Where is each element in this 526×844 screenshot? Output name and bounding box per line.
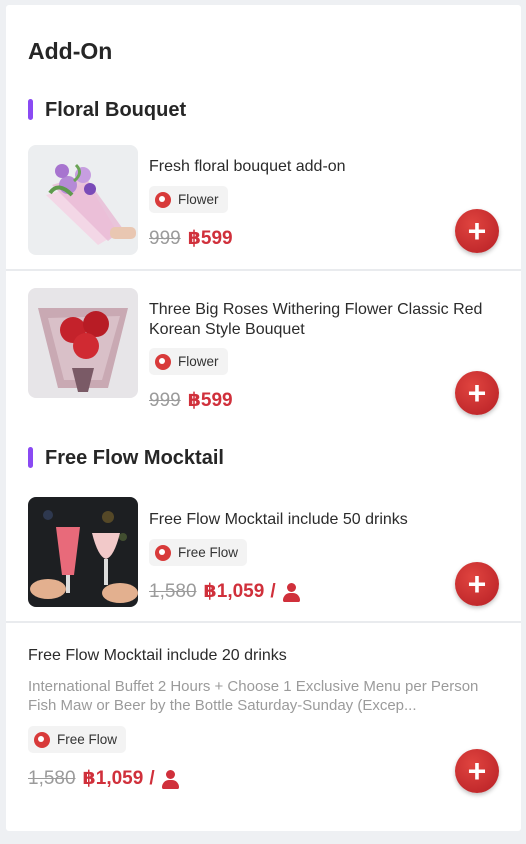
tag-label: Flower [178, 192, 219, 207]
add-button[interactable]: + [455, 749, 499, 793]
old-price: 1,580 [149, 581, 197, 602]
list-item[interactable]: Free Flow Mocktail include 50 drinks Fre… [6, 497, 521, 623]
product-image-roses[interactable] [28, 288, 138, 398]
list-item[interactable]: Fresh floral bouquet add-on Flower 999 ฿… [6, 145, 521, 271]
plus-icon: + [467, 753, 487, 789]
tag-badge: Flower [149, 186, 228, 213]
tag-label: Free Flow [178, 545, 239, 560]
per-person: / [149, 768, 179, 790]
product-image-mocktail[interactable] [28, 497, 138, 607]
new-price: ฿1,059 [203, 581, 265, 602]
item-title: Fresh floral bouquet add-on [149, 158, 346, 175]
price-row: 999 ฿599 [149, 390, 233, 412]
section-title-label: Floral Bouquet [45, 99, 187, 121]
per-separator: / [270, 581, 276, 602]
section-title-floral: Floral Bouquet [28, 98, 186, 122]
plus-icon: + [467, 213, 487, 249]
plus-icon: + [467, 566, 487, 602]
product-image-bouquet[interactable] [28, 145, 138, 255]
tag-badge: Free Flow [149, 539, 248, 566]
per-separator: / [149, 768, 155, 789]
divider [6, 621, 521, 623]
section-title-label: Free Flow Mocktail [45, 447, 224, 469]
add-button[interactable]: + [455, 371, 499, 415]
plus-icon: + [467, 375, 487, 411]
item-title: Three Big Roses Withering Flower Classic… [149, 301, 483, 338]
tag-icon [155, 544, 171, 561]
list-item[interactable]: Free Flow Mocktail include 20 drinks Int… [6, 641, 521, 801]
add-button[interactable]: + [455, 562, 499, 606]
page-title: Add-On [28, 38, 113, 64]
tag-icon [155, 191, 171, 208]
new-price: ฿1,059 [82, 768, 144, 789]
old-price: 1,580 [28, 768, 76, 789]
new-price: ฿599 [187, 390, 233, 411]
section-accent-bar [28, 99, 33, 120]
tag-badge: Free Flow [28, 726, 127, 753]
person-icon [161, 769, 180, 789]
item-title: Free Flow Mocktail include 50 drinks [149, 511, 408, 528]
item-title: Free Flow Mocktail include 20 drinks [28, 647, 287, 664]
add-on-card: Add-On Floral Bouquet Fresh floral bouqu… [6, 5, 521, 831]
tag-icon [155, 353, 171, 370]
section-accent-bar [28, 447, 33, 468]
item-description: International Buffet 2 Hours + Choose 1 … [28, 678, 479, 714]
price-row: 1,580 ฿1,059 / [28, 768, 180, 790]
list-item[interactable]: Three Big Roses Withering Flower Classic… [6, 288, 521, 415]
tag-label: Free Flow [57, 732, 118, 747]
price-row: 999 ฿599 [149, 228, 233, 250]
new-price: ฿599 [187, 228, 233, 249]
tag-icon [34, 731, 50, 748]
old-price: 999 [149, 228, 181, 249]
section-title-mocktail: Free Flow Mocktail [28, 446, 224, 470]
tag-label: Flower [178, 354, 219, 369]
person-icon [282, 582, 301, 602]
price-row: 1,580 ฿1,059 / [149, 581, 301, 603]
add-button[interactable]: + [455, 209, 499, 253]
per-person: / [270, 581, 300, 603]
divider [6, 269, 521, 271]
old-price: 999 [149, 390, 181, 411]
tag-badge: Flower [149, 348, 228, 375]
